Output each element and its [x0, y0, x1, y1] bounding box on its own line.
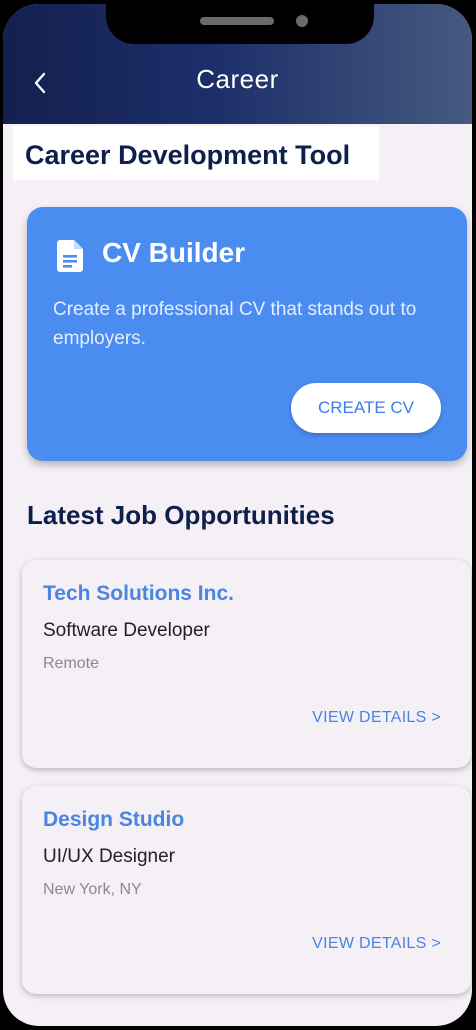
job-location: New York, NY	[43, 881, 142, 898]
view-details-button[interactable]: VIEW DETAILS >	[312, 709, 441, 727]
job-company: Tech Solutions Inc.	[43, 582, 234, 605]
job-card[interactable]: Tech Solutions Inc. Software Developer R…	[22, 560, 471, 768]
view-details-button[interactable]: VIEW DETAILS >	[312, 935, 441, 953]
job-role: UI/UX Designer	[43, 846, 175, 867]
speaker-grille	[200, 17, 274, 25]
job-role: Software Developer	[43, 620, 210, 641]
cv-builder-description: Create a professional CV that stands out…	[53, 299, 417, 349]
cv-builder-card: CV Builder Create a professional CV that…	[27, 207, 467, 461]
document-icon	[57, 240, 83, 272]
job-location: Remote	[43, 655, 100, 672]
job-company: Design Studio	[43, 808, 185, 831]
create-cv-button[interactable]: CREATE CV	[291, 383, 441, 433]
app-screen: Career Career Development Tool CV Builde…	[3, 4, 472, 1026]
page-title: Career	[196, 64, 279, 94]
cv-builder-title: CV Builder	[102, 237, 246, 268]
front-camera	[296, 15, 308, 27]
job-card[interactable]: Design Studio UI/UX Designer New York, N…	[22, 786, 471, 994]
jobs-section-title: Latest Job Opportunities	[27, 500, 335, 530]
phone-frame: Career Career Development Tool CV Builde…	[0, 0, 476, 1030]
device-notch	[106, 4, 374, 44]
section-title: Career Development Tool	[25, 140, 351, 170]
